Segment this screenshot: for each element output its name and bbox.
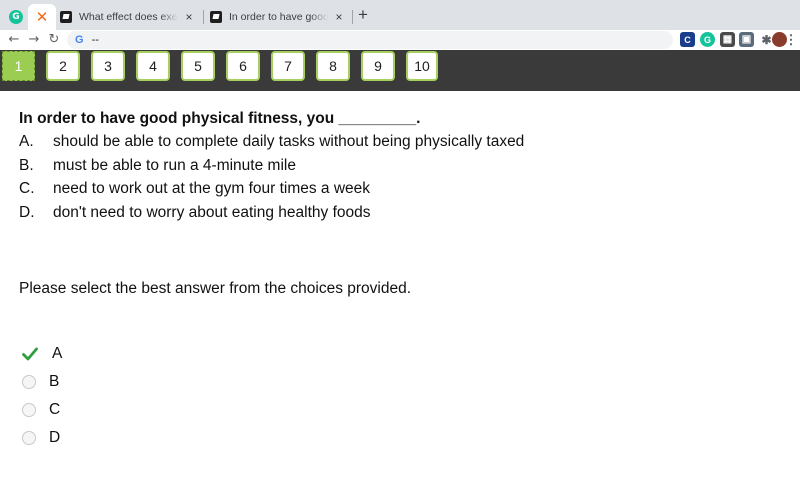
question-button-2[interactable]: 2 [46, 51, 80, 81]
answer-option-a[interactable]: A [22, 340, 62, 368]
question-text: In order to have good physical fitness, … [19, 110, 421, 127]
answer-label: B [49, 373, 60, 390]
tab-close-icon[interactable]: × [332, 10, 346, 24]
address-url: -- [91, 34, 99, 46]
question-button-5[interactable]: 5 [181, 51, 215, 81]
c-extension-icon[interactable]: C [680, 32, 695, 47]
pinned-tab-x-active[interactable]: ✕ [28, 4, 56, 30]
choice-letter: B. [19, 156, 34, 174]
choice-text: should be able to complete daily tasks w… [53, 133, 525, 150]
calendar-extension-icon[interactable]: ▦ [720, 32, 735, 47]
question-nav-bar: 1 2 3 4 5 6 7 8 9 10 [0, 50, 800, 91]
choice-letter: D. [19, 203, 35, 221]
tab-in-order-to[interactable]: In order to have good physical × [204, 4, 352, 30]
choice-letter: A. [19, 133, 34, 150]
brainly-favicon-icon [210, 11, 222, 23]
question-button-3[interactable]: 3 [91, 51, 125, 81]
answer-label: D [49, 429, 61, 446]
radio-button[interactable] [22, 375, 36, 389]
menu-icon[interactable]: ⋮ [785, 32, 798, 47]
question-button-6[interactable]: 6 [226, 51, 260, 81]
radio-button[interactable] [22, 403, 36, 417]
back-button[interactable]: ← [6, 30, 22, 50]
forward-button[interactable]: → [26, 30, 42, 50]
question-button-7[interactable]: 7 [271, 51, 305, 81]
reload-button[interactable]: ↻ [46, 30, 62, 50]
pinned-tab-grammarly[interactable]: G [2, 4, 30, 30]
brainly-favicon-icon [60, 11, 72, 23]
answer-prompt: Please select the best answer from the c… [19, 280, 412, 297]
question-button-9[interactable]: 9 [361, 51, 395, 81]
answer-options: A B C D [22, 340, 62, 452]
grammarly-extension-icon[interactable]: G [700, 32, 715, 47]
answer-option-b[interactable]: B [22, 368, 62, 396]
choice-letter: C. [19, 180, 35, 197]
checkmark-icon [22, 347, 38, 361]
new-tab-button[interactable]: + [358, 6, 368, 23]
choice-b: B. must be able to run a 4-minute mile [19, 154, 779, 178]
choice-a: A. should be able to complete daily task… [19, 130, 779, 154]
x-logo-icon: ✕ [35, 7, 49, 26]
choice-c: C. need to work out at the gym four time… [19, 177, 779, 201]
question-panel: In order to have good physical fitness, … [19, 108, 779, 224]
question-button-8[interactable]: 8 [316, 51, 350, 81]
choice-text: need to work out at the gym four times a… [53, 180, 371, 197]
address-bar[interactable]: G -- [67, 31, 673, 49]
answer-label: A [52, 345, 63, 362]
tab-close-icon[interactable]: × [182, 10, 196, 24]
tab-what-effect[interactable]: What effect does exercise have × [54, 4, 202, 30]
question-button-4[interactable]: 4 [136, 51, 170, 81]
tab-separator [352, 10, 353, 24]
answer-option-d[interactable]: D [22, 424, 62, 452]
tab-title: In order to have good physical [229, 11, 328, 23]
choice-text: must be able to run a 4-minute mile [53, 156, 296, 174]
tab-strip: G ✕ What effect does exercise have × In … [0, 0, 800, 30]
answer-option-c[interactable]: C [22, 396, 62, 424]
google-icon: G [75, 34, 84, 46]
grammarly-icon: G [9, 10, 23, 24]
question-button-10[interactable]: 10 [406, 51, 438, 81]
browser-toolbar: ← → ↻ G -- C G ▦ ▣ ✱ ⋮ [0, 30, 800, 50]
choice-text: don't need to worry about eating healthy… [53, 203, 371, 221]
radio-button[interactable] [22, 431, 36, 445]
doc-extension-icon[interactable]: ▣ [739, 32, 754, 47]
choice-d: D. don't need to worry about eating heal… [19, 201, 779, 225]
question-button-1[interactable]: 1 [2, 51, 35, 81]
tab-title: What effect does exercise have [79, 11, 178, 23]
answer-label: C [49, 401, 61, 418]
